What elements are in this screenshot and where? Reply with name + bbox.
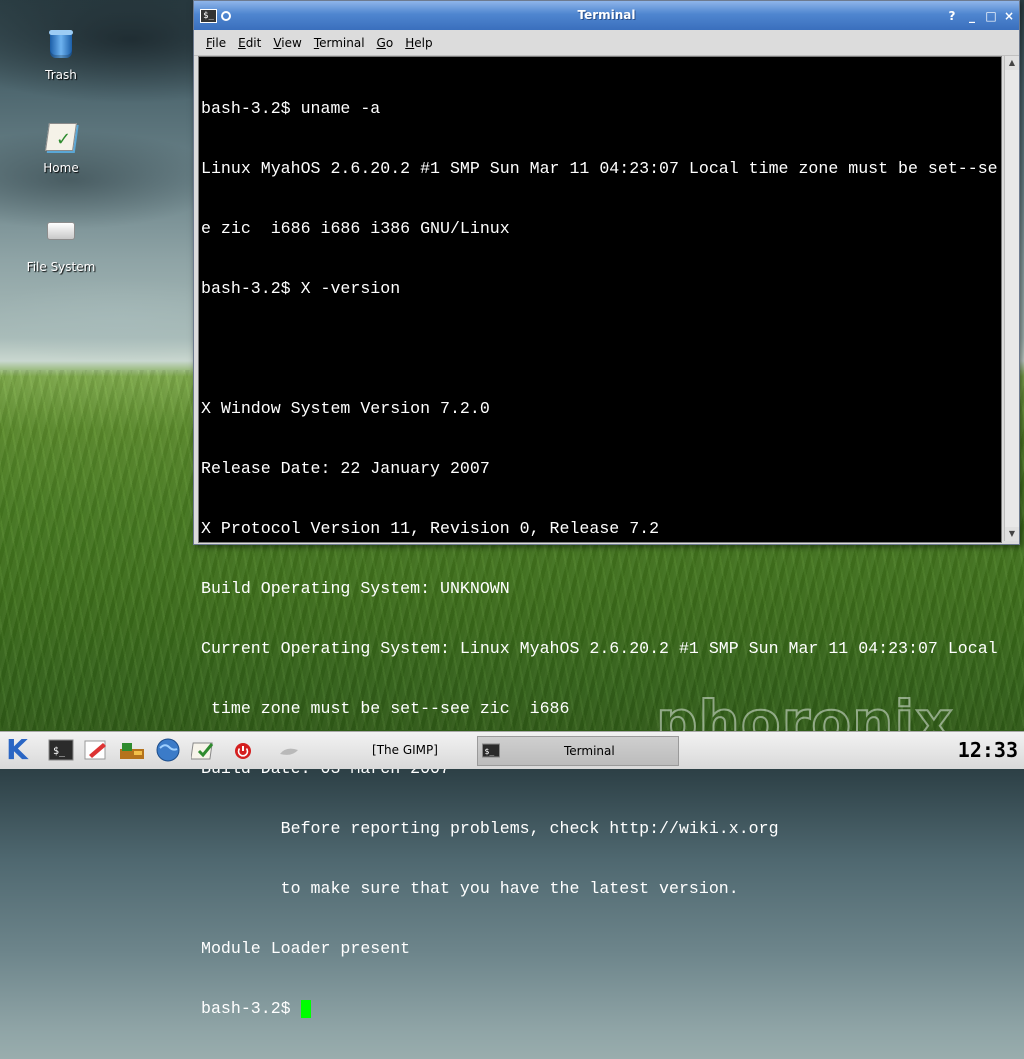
- taskbar-task-gimp[interactable]: [The GIMP]: [340, 736, 470, 764]
- terminal-line: Release Date: 22 January 2007: [201, 459, 490, 478]
- k-menu-button[interactable]: K: [2, 734, 32, 766]
- desktop-icon-label: Home: [43, 161, 79, 175]
- terminal-scrollbar[interactable]: ▲ ▼: [1004, 56, 1019, 541]
- menu-bar: File Edit View Terminal Go Help: [194, 30, 1019, 56]
- terminal-prompt: bash-3.2$: [201, 999, 301, 1018]
- task-label: [The GIMP]: [372, 743, 438, 757]
- close-button[interactable]: ×: [1002, 9, 1016, 23]
- menu-mnemonic: H: [405, 35, 415, 50]
- terminal-window: $_ Terminal ? _ □ × File Edit View Termi…: [193, 0, 1020, 1018]
- menu-terminal[interactable]: Terminal: [312, 34, 367, 52]
- menu-label-rest: dit: [245, 35, 262, 50]
- drive-icon: [45, 222, 77, 254]
- terminal-line: Linux MyahOS 2.6.20.2 #1 SMP Sun Mar 11 …: [201, 159, 998, 178]
- desktop-icon-home[interactable]: ✓ Home: [11, 120, 111, 175]
- task-label: Terminal: [564, 744, 615, 758]
- taskbar-task-terminal[interactable]: $_ Terminal: [477, 736, 679, 766]
- trash-icon: [45, 30, 77, 62]
- menu-view[interactable]: View: [271, 34, 303, 52]
- maximize-button[interactable]: □: [984, 9, 998, 23]
- terminal-prompt-line: bash-3.2$: [201, 999, 998, 1019]
- home-folder-icon[interactable]: [190, 737, 217, 763]
- terminal-text: bash-3.2$ uname -a Linux MyahOS 2.6.20.2…: [201, 59, 998, 1059]
- menu-go[interactable]: Go: [375, 34, 396, 52]
- gimp-task-icon[interactable]: [278, 742, 300, 760]
- terminal-line: X Protocol Version 11, Revision 0, Relea…: [201, 519, 660, 538]
- terminal-line: Build Operating System: UNKNOWN: [201, 579, 510, 598]
- terminal-line: bash-3.2$ uname -a: [201, 99, 381, 118]
- menu-label-rest: elp: [414, 35, 433, 50]
- svg-text:$_: $_: [53, 746, 66, 757]
- menu-mnemonic: G: [376, 35, 386, 50]
- menu-help[interactable]: Help: [403, 34, 434, 52]
- taskbar: K $_ [The GIMP] $_ Terminal 12:33: [0, 731, 1024, 769]
- svg-text:$_: $_: [485, 747, 495, 756]
- terminal-line: Current Operating System: Linux MyahOS 2…: [201, 639, 998, 658]
- desktop-icon-label: File System: [26, 260, 96, 274]
- editor-launcher-icon[interactable]: [83, 737, 109, 763]
- terminal-line: Before reporting problems, check http://…: [201, 819, 779, 838]
- desktop-icon-file-system[interactable]: File System: [11, 212, 111, 274]
- menu-file[interactable]: File: [204, 34, 228, 52]
- terminal-launcher-icon[interactable]: $_: [48, 737, 74, 763]
- desktop-icon-label: Trash: [45, 68, 77, 82]
- taskbar-clock[interactable]: 12:33: [958, 738, 1018, 762]
- terminal-line: X Window System Version 7.2.0: [201, 399, 490, 418]
- terminal-line: Module Loader present: [201, 939, 411, 958]
- terminal-line: bash-3.2$ X -version: [201, 279, 401, 298]
- terminal-line: to make sure that you have the latest ve…: [201, 879, 739, 898]
- minimize-button[interactable]: _: [965, 9, 979, 23]
- menu-label-rest: ile: [212, 35, 227, 50]
- logout-icon[interactable]: [234, 742, 252, 760]
- menu-mnemonic: E: [238, 35, 246, 50]
- help-button[interactable]: ?: [945, 9, 959, 23]
- menu-label-rest: o: [385, 35, 394, 50]
- package-manager-icon[interactable]: [118, 737, 144, 763]
- scroll-down-arrow-icon[interactable]: ▼: [1005, 527, 1019, 541]
- home-icon: ✓: [45, 123, 77, 155]
- web-browser-icon[interactable]: [155, 737, 181, 763]
- window-title: Terminal: [577, 8, 636, 22]
- terminal-output-area[interactable]: bash-3.2$ uname -a Linux MyahOS 2.6.20.2…: [198, 56, 1002, 1018]
- menu-label-rest: erminal: [319, 35, 365, 50]
- desktop-icon-trash[interactable]: Trash: [11, 28, 111, 82]
- window-titlebar[interactable]: $_ Terminal ? _ □ ×: [194, 1, 1019, 30]
- terminal-cursor: [300, 1000, 311, 1018]
- terminal-line: e zic i686 i686 i386 GNU/Linux: [201, 219, 510, 238]
- scroll-up-arrow-icon[interactable]: ▲: [1005, 56, 1019, 70]
- menu-edit[interactable]: Edit: [236, 34, 263, 52]
- menu-label-rest: iew: [281, 35, 302, 50]
- terminal-task-icon: $_: [482, 743, 500, 758]
